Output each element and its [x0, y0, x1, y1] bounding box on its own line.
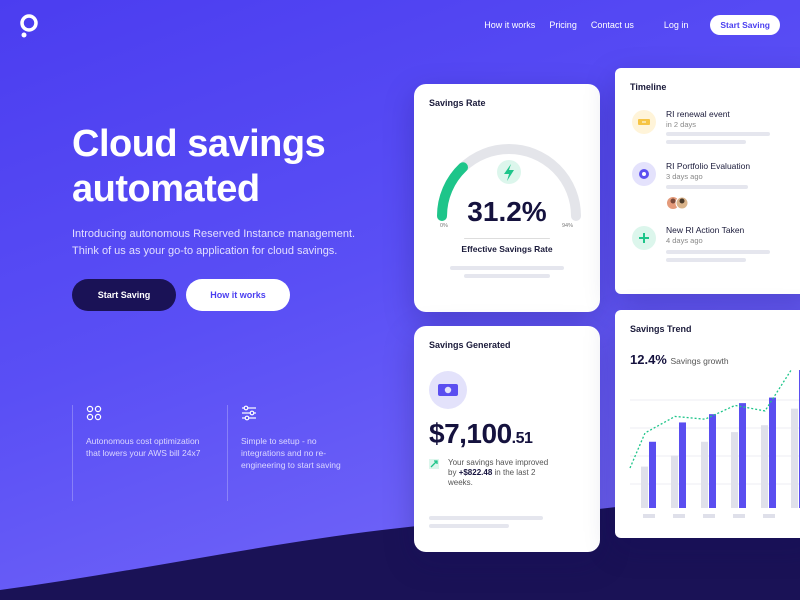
top-nav: How it works Pricing Contact us Log in S… [470, 15, 780, 35]
start-saving-button[interactable]: Start Saving [72, 279, 176, 311]
timeline-card: Timeline RI renewal event in 2 days RI P… [615, 68, 800, 294]
savings-cents: .51 [511, 430, 533, 447]
timeline-item-time: in 2 days [666, 120, 697, 129]
divider [464, 238, 550, 239]
tick-label-placeholder [733, 514, 745, 518]
savings-growth-label: Savings growth [670, 356, 729, 366]
savings-growth-value: 12.4% [630, 352, 667, 367]
avatar-group [667, 196, 689, 210]
nav-start-saving-button[interactable]: Start Saving [710, 15, 780, 35]
savings-rate-value: 31.2% [467, 196, 547, 227]
chart-bar [641, 466, 648, 508]
savings-amount: $7,100.51 [429, 418, 533, 450]
placeholder-line [666, 140, 746, 144]
card-title: Savings Rate [429, 98, 486, 108]
timeline-item-title: RI Portfolio Evaluation [666, 161, 751, 171]
login-link[interactable]: Log in [664, 20, 689, 30]
placeholder-line [429, 524, 509, 528]
savings-note-amount: +$822.48 [458, 468, 493, 477]
how-it-works-button[interactable]: How it works [186, 279, 290, 311]
card-title: Savings Trend [630, 324, 692, 334]
nav-link-how-it-works[interactable]: How it works [484, 20, 535, 30]
ticket-icon [632, 110, 656, 134]
chart-bar [769, 397, 776, 508]
feature-autonomous: Autonomous cost optimization that lowers… [72, 405, 203, 501]
timeline-item-title: New RI Action Taken [666, 225, 745, 235]
savings-rate-card: Savings Rate 0% 94% 31.2% Effective Savi… [414, 84, 600, 312]
logo[interactable] [20, 14, 40, 38]
chart-bar [679, 422, 686, 508]
chart-bar [671, 455, 678, 508]
trend-up-icon [429, 459, 439, 469]
timeline-item-time: 3 days ago [666, 172, 703, 181]
placeholder-line [666, 258, 746, 262]
tick-label-placeholder [673, 514, 685, 518]
chart-bar [701, 441, 708, 508]
chart-bar [739, 403, 746, 508]
chart-bar [791, 408, 798, 508]
sliders-icon [242, 405, 256, 421]
timeline-item-title: RI renewal event [666, 109, 730, 119]
tick-label-placeholder [643, 514, 655, 518]
savings-rate-label: Effective Savings Rate [461, 244, 553, 254]
feature-text: Autonomous cost optimization that lowers… [86, 436, 201, 458]
chart-bar [761, 425, 768, 508]
feature-text: Simple to setup - no integrations and no… [241, 436, 341, 470]
nav-link-contact[interactable]: Contact us [591, 20, 634, 30]
placeholder-line [450, 266, 564, 270]
card-title: Timeline [630, 82, 667, 92]
chart-bar [709, 414, 716, 508]
nav-link-pricing[interactable]: Pricing [549, 20, 577, 30]
chart-bar [731, 432, 738, 508]
savings-note: Your savings have improved by +$822.48 i… [448, 458, 558, 488]
plus-icon [632, 226, 656, 250]
placeholder-line [666, 132, 770, 136]
savings-dollars: $7,100 [429, 418, 512, 449]
cash-icon [429, 371, 467, 409]
apps-icon [86, 405, 102, 421]
savings-trend-chart [629, 370, 800, 518]
feature-simple-setup: Simple to setup - no integrations and no… [227, 405, 358, 501]
placeholder-line [464, 274, 550, 278]
card-title: Savings Generated [429, 340, 511, 350]
savings-trend-card: Savings Trend 12.4% Savings growth [615, 310, 800, 538]
savings-generated-card: Savings Generated $7,100.51 Your savings… [414, 326, 600, 552]
savings-growth: 12.4% Savings growth [630, 352, 729, 367]
placeholder-line [666, 185, 748, 189]
placeholder-line [666, 250, 770, 254]
tick-label-placeholder [763, 514, 775, 518]
chart-bar [649, 441, 656, 508]
placeholder-line [429, 516, 543, 520]
timeline-item-time: 4 days ago [666, 236, 703, 245]
hero-title: Cloud savings automated [72, 123, 326, 210]
tick-label-placeholder [703, 514, 715, 518]
hero-subtitle: Introducing autonomous Reserved Instance… [72, 228, 356, 257]
target-icon [632, 162, 656, 186]
